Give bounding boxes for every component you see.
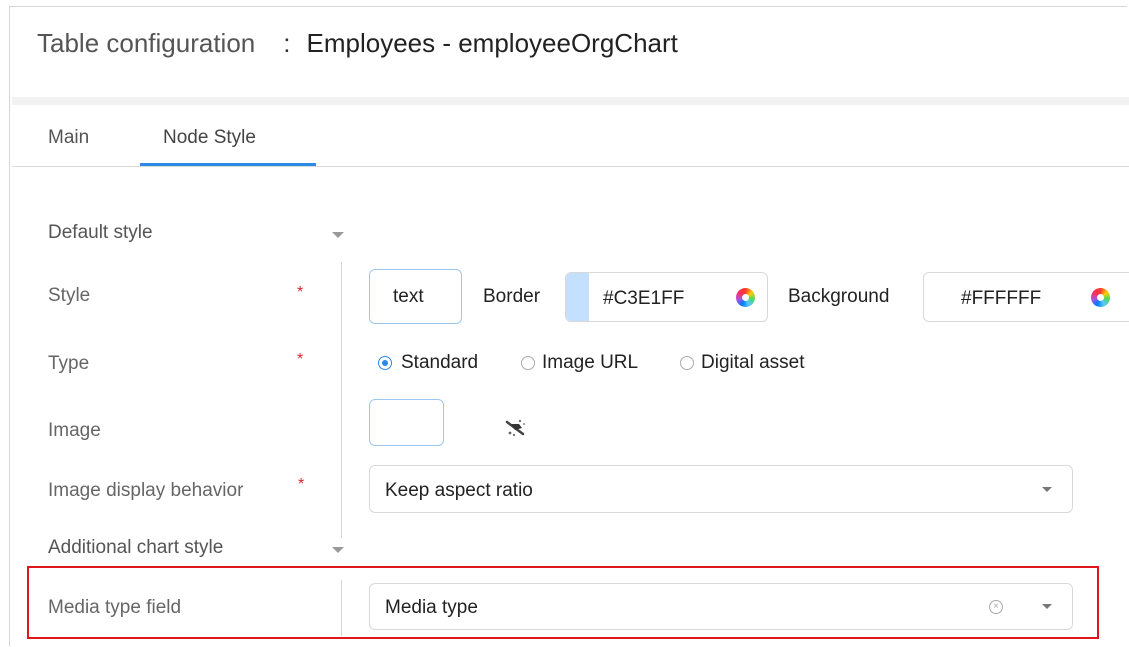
required-marker: * — [297, 284, 304, 301]
color-wheel-icon[interactable] — [736, 288, 755, 307]
label-divider — [341, 262, 342, 538]
radio-digital-asset[interactable] — [680, 356, 694, 370]
option-digital-asset-label[interactable]: Digital asset — [701, 352, 805, 374]
active-tab-indicator — [140, 163, 316, 166]
tab-main[interactable]: Main — [48, 127, 89, 149]
radio-standard[interactable] — [378, 356, 392, 370]
radio-image-url[interactable] — [521, 356, 535, 370]
tab-node-style[interactable]: Node Style — [163, 127, 256, 149]
image-label: Image — [48, 420, 101, 441]
required-marker: * — [297, 351, 304, 368]
border-color-swatch — [566, 273, 589, 321]
section-default-style[interactable]: Default style — [48, 222, 153, 244]
background-color-value[interactable]: #FFFFFF — [961, 288, 1041, 310]
title-label: Table configuration — [37, 28, 256, 58]
option-standard-label[interactable]: Standard — [401, 352, 478, 374]
background-color-picker[interactable]: #FFFFFF — [923, 272, 1129, 322]
style-label: Style — [48, 285, 91, 306]
tab-bar: Main Node Style — [12, 105, 1129, 167]
background-label: Background — [788, 286, 890, 307]
collapse-caret-icon[interactable] — [332, 232, 344, 238]
type-label: Type — [48, 353, 90, 374]
image-display-value: Keep aspect ratio — [385, 480, 533, 501]
section-additional-chart-style[interactable]: Additional chart style — [48, 537, 223, 559]
style-text-input[interactable]: text — [369, 269, 462, 324]
border-color-value[interactable]: #C3E1FF — [603, 288, 684, 310]
required-marker: * — [298, 476, 305, 493]
style-text-value: text — [393, 286, 424, 307]
panel-top-shade — [12, 97, 1129, 105]
image-display-label: Image display behavior — [48, 480, 244, 501]
image-picker-icon[interactable] — [505, 418, 527, 438]
image-input[interactable] — [369, 399, 444, 446]
title-separator: : — [283, 28, 291, 58]
border-color-picker[interactable]: #C3E1FF — [565, 272, 768, 322]
collapse-caret-icon[interactable] — [332, 547, 344, 553]
option-image-url-label[interactable]: Image URL — [542, 352, 638, 374]
title-value: Employees - employeeOrgChart — [306, 28, 678, 58]
highlight-box — [27, 566, 1099, 639]
color-wheel-icon[interactable] — [1091, 288, 1110, 307]
border-label: Border — [483, 286, 541, 307]
image-display-select[interactable]: Keep aspect ratio — [369, 465, 1073, 513]
page-title: Table configuration: Employees - employee… — [37, 28, 678, 59]
chevron-down-icon[interactable] — [1042, 487, 1052, 492]
